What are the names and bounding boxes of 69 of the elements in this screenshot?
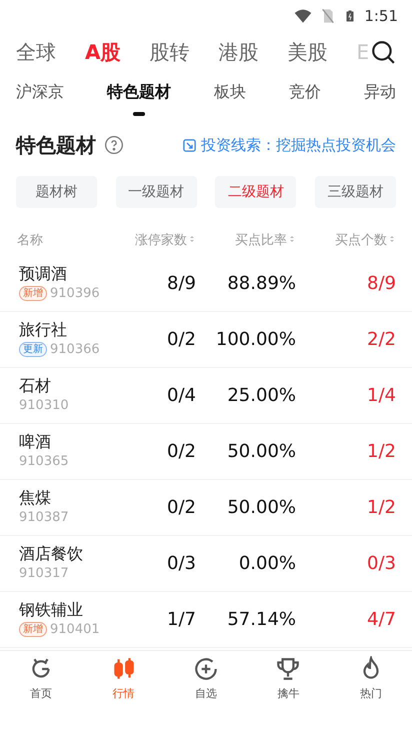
sub-tab[interactable]: 板块 [214,80,246,104]
market-tab[interactable]: 美股 [287,37,328,67]
nav-tab[interactable]: 热门 [340,656,401,703]
search-icon[interactable] [370,39,396,65]
limit-up-count: 0/2 [167,441,196,462]
sub-tab[interactable]: 特色题材 [107,80,171,104]
nav-tab[interactable]: 行情 [94,656,154,703]
tab-indicator [133,112,145,116]
row-name: 钢铁辅业 [19,600,84,620]
buy-ratio: 57.14% [227,609,296,630]
buy-ratio: 100.00% [216,329,296,350]
limit-up-count: 0/2 [167,497,196,518]
clue-link[interactable]: 投资线索：挖掘热点投资机会 [182,134,396,156]
row-name: 酒店餐饮 [19,544,84,564]
row-code: 910310 [19,396,69,415]
sub-tab[interactable]: 异动 [364,80,396,104]
market-tab[interactable]: 股转 [149,37,190,67]
nav-tab[interactable]: 擒牛 [258,656,318,703]
row-code: 910317 [19,564,69,583]
trophy-icon [275,656,302,682]
buy-ratio: 0.00% [238,553,296,574]
wifi-icon [294,7,312,25]
status-tag: 新增 [19,622,47,637]
limit-up-count: 0/4 [167,385,196,406]
row-code: 910366 [50,340,100,359]
link-icon [182,138,197,152]
row-code: 910387 [19,508,69,527]
filter-chip[interactable]: 二级题材 [215,176,296,208]
row-code: 910396 [50,284,100,303]
row-name: 焦煤 [19,488,52,508]
help-icon [104,135,124,155]
plus-circle-icon [192,656,219,682]
filter-chip[interactable]: 题材树 [16,176,97,208]
buy-ratio: 50.00% [227,497,296,518]
nav-tab[interactable]: 首页 [11,656,72,703]
section-title: 特色题材 [16,132,96,159]
column-header: 名称 [17,233,43,248]
buy-ratio: 88.89% [227,273,296,294]
row-name: 啤酒 [19,432,52,452]
time-text: 1:51 [364,6,398,27]
limit-up-count: 8/9 [167,273,196,294]
limit-up-count: 1/7 [167,609,196,630]
buy-ratio: 25.00% [227,385,296,406]
limit-up-count: 0/3 [167,553,196,574]
filter-chip[interactable]: 一级题材 [116,176,197,208]
row-name: 旅行社 [19,320,68,340]
row-code: 910401 [50,620,100,639]
buy-count: 1/2 [367,497,396,518]
market-tab[interactable]: 全球 [16,37,56,67]
row-code: 910365 [19,452,69,471]
buy-count: 2/2 [367,329,396,350]
market-tab[interactable]: A股 [85,37,120,67]
status-tag: 更新 [19,342,47,357]
nav-tab[interactable]: 自选 [176,656,236,703]
buy-count: 1/4 [367,385,396,406]
no-sim-icon [320,7,336,25]
row-name: 石材 [19,376,52,396]
market-tab[interactable]: 港股 [218,37,258,67]
buy-count: 8/9 [367,273,396,294]
filter-chip[interactable]: 三级题材 [314,176,396,208]
buy-ratio: 50.00% [227,441,296,462]
row-name: 预调酒 [19,264,68,284]
limit-up-count: 0/2 [167,329,196,350]
buy-count: 0/3 [367,553,396,574]
status-tag: 新增 [19,286,47,301]
sub-tab[interactable]: 沪深京 [16,80,64,104]
buy-count: 1/2 [367,441,396,462]
buy-count: 4/7 [367,609,396,630]
sub-tab[interactable]: 竞价 [289,80,321,104]
